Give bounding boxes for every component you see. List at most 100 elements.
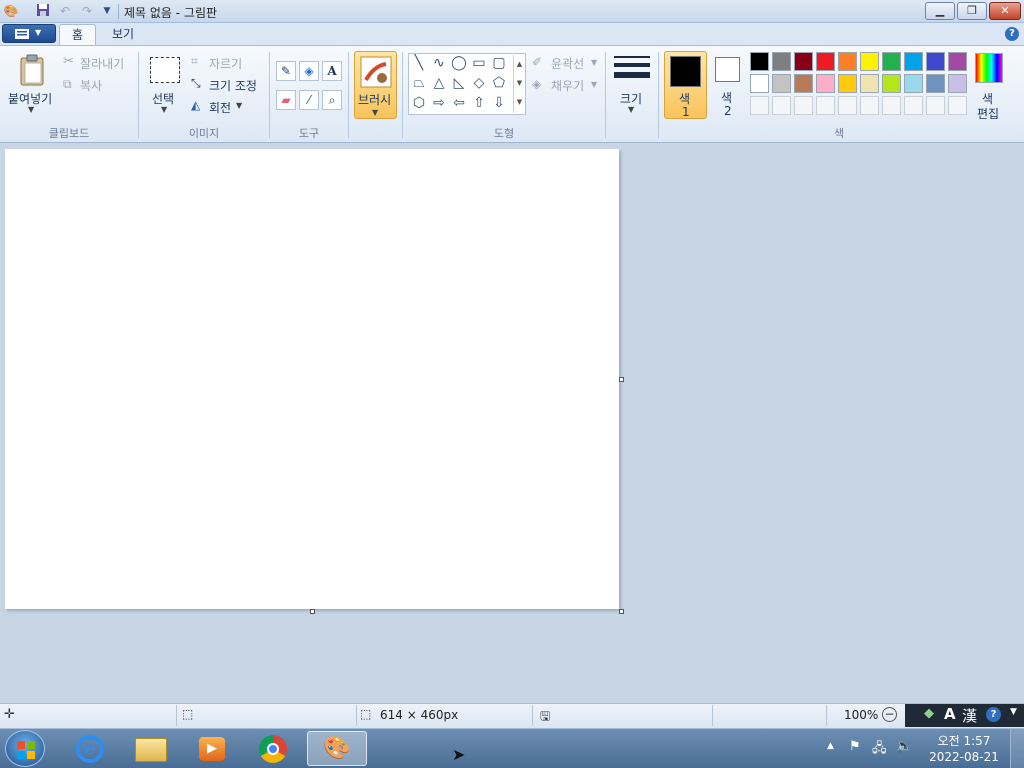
redo-icon[interactable]: ↷ [78,3,96,20]
palette-color-5[interactable] [860,52,879,71]
canvas-resize-handle-right[interactable] [619,377,624,382]
text-tool-icon[interactable]: A [322,61,342,81]
size-dropdown-icon[interactable]: ▼ [628,105,634,114]
edit-colors-label-2[interactable]: 편집 [977,105,999,122]
palette-color-6[interactable] [882,52,901,71]
palette-color-1[interactable] [772,52,791,71]
palette-color-17[interactable] [904,74,923,93]
color-picker-icon[interactable]: ⁄ [299,90,319,110]
palette-custom-slot-2[interactable] [794,96,813,115]
palette-color-10[interactable] [750,74,769,93]
palette-custom-slot-9[interactable] [948,96,967,115]
customize-qat-icon[interactable]: ▼ [98,3,116,20]
pencil-icon[interactable]: ✎ [276,61,296,81]
eraser-icon[interactable]: ▰ [276,90,296,110]
rotate-button[interactable]: 회전 [209,99,231,116]
media-player-icon[interactable]: ▶ [189,731,235,766]
triangle-shape-icon[interactable]: △ [430,74,448,92]
color1-button[interactable]: 색 1 [664,51,707,119]
fill-bucket-icon[interactable]: ◈ [299,61,319,81]
file-explorer-icon[interactable] [128,731,174,766]
volume-icon[interactable]: 🔈 [896,739,912,754]
palette-color-15[interactable] [860,74,879,93]
size-icon[interactable] [614,56,650,82]
zoom-out-button[interactable]: − [882,707,897,722]
select-dropdown-icon[interactable]: ▼ [161,105,167,114]
rectangle-shape-icon[interactable]: ▭ [470,54,488,72]
chrome-icon[interactable] [250,731,296,766]
network-icon[interactable]: 🖧 [872,739,887,761]
select-icon[interactable] [150,57,180,83]
palette-color-3[interactable] [816,52,835,71]
polygon-shape-icon[interactable]: ⏢ [410,74,428,92]
brush-button[interactable]: 브러시 ▼ [354,51,397,119]
minimize-button[interactable]: ▁ [925,2,955,20]
internet-explorer-icon[interactable]: e [67,731,113,766]
show-hidden-icons-button[interactable]: ▲ [827,741,834,751]
palette-color-8[interactable] [926,52,945,71]
palette-custom-slot-8[interactable] [926,96,945,115]
paint-app-icon[interactable]: 🎨 [2,3,20,20]
left-arrow-shape-icon[interactable]: ⇦ [450,94,468,112]
paste-icon[interactable] [18,54,46,86]
paste-dropdown-icon[interactable]: ▼ [28,105,34,114]
right-arrow-shape-icon[interactable]: ⇨ [430,94,448,112]
palette-color-12[interactable] [794,74,813,93]
magnifier-icon[interactable]: ⌕ [322,90,342,110]
ime-alpha-mode[interactable]: A [944,705,956,723]
ime-icon[interactable]: ◆ [924,706,934,721]
palette-custom-slot-5[interactable] [860,96,879,115]
cut-button[interactable]: 잘라내기 [80,55,124,72]
palette-custom-slot-6[interactable] [882,96,901,115]
ime-options-icon[interactable]: ▼ [1010,707,1017,717]
copy-button[interactable]: 복사 [80,77,102,94]
palette-color-9[interactable] [948,52,967,71]
taskbar-clock[interactable]: 오전 1:57 2022-08-21 [926,733,1002,765]
up-arrow-shape-icon[interactable]: ⇧ [470,94,488,112]
palette-color-13[interactable] [816,74,835,93]
help-icon[interactable]: ? [1005,27,1019,41]
action-center-icon[interactable]: ⚑ [849,739,861,754]
palette-color-11[interactable] [772,74,791,93]
palette-color-19[interactable] [948,74,967,93]
ime-hanja-mode[interactable]: 漢 [962,705,977,726]
ime-help-icon[interactable]: ? [986,707,1001,722]
down-arrow-shape-icon[interactable]: ⇩ [490,94,508,112]
canvas-resize-handle-corner[interactable] [619,609,624,614]
edit-colors-icon[interactable] [975,53,1003,83]
close-button[interactable]: ✕ [989,2,1021,20]
resize-button[interactable]: 크기 조정 [209,77,257,94]
palette-color-2[interactable] [794,52,813,71]
palette-color-0[interactable] [750,52,769,71]
canvas-resize-handle-bottom[interactable] [310,609,315,614]
right-triangle-shape-icon[interactable]: ◺ [450,74,468,92]
hexagon-shape-icon[interactable]: ⬡ [410,94,428,112]
palette-custom-slot-1[interactable] [772,96,791,115]
shapes-gallery-scroll[interactable]: ▲ ▼ ▼ [513,55,525,113]
rotate-dropdown-icon[interactable]: ▼ [236,101,242,110]
undo-icon[interactable]: ↶ [56,3,74,20]
palette-color-7[interactable] [904,52,923,71]
fill-dropdown-icon[interactable]: ▼ [591,80,597,89]
line-shape-icon[interactable]: ╲ [410,54,428,72]
rounded-rectangle-shape-icon[interactable]: ▢ [490,54,508,72]
paint-taskbar-icon[interactable]: 🎨 [307,731,367,766]
tab-home[interactable]: 홈 [59,24,96,45]
tab-view[interactable]: 보기 [100,24,146,45]
show-desktop-button[interactable] [1010,729,1024,768]
restore-button[interactable]: ❐ [957,2,987,20]
pentagon-shape-icon[interactable]: ⬠ [490,74,508,92]
outline-button[interactable]: 윤곽선 [551,55,584,72]
diamond-shape-icon[interactable]: ◇ [470,74,488,92]
palette-color-4[interactable] [838,52,857,71]
paint-menu-button[interactable]: ▼ [2,24,56,43]
start-button[interactable] [5,730,45,767]
curve-shape-icon[interactable]: ∿ [430,54,448,72]
palette-custom-slot-3[interactable] [816,96,835,115]
oval-shape-icon[interactable]: ◯ [450,54,468,72]
palette-color-18[interactable] [926,74,945,93]
palette-custom-slot-4[interactable] [838,96,857,115]
palette-color-14[interactable] [838,74,857,93]
crop-button[interactable]: 자르기 [209,55,242,72]
palette-color-16[interactable] [882,74,901,93]
